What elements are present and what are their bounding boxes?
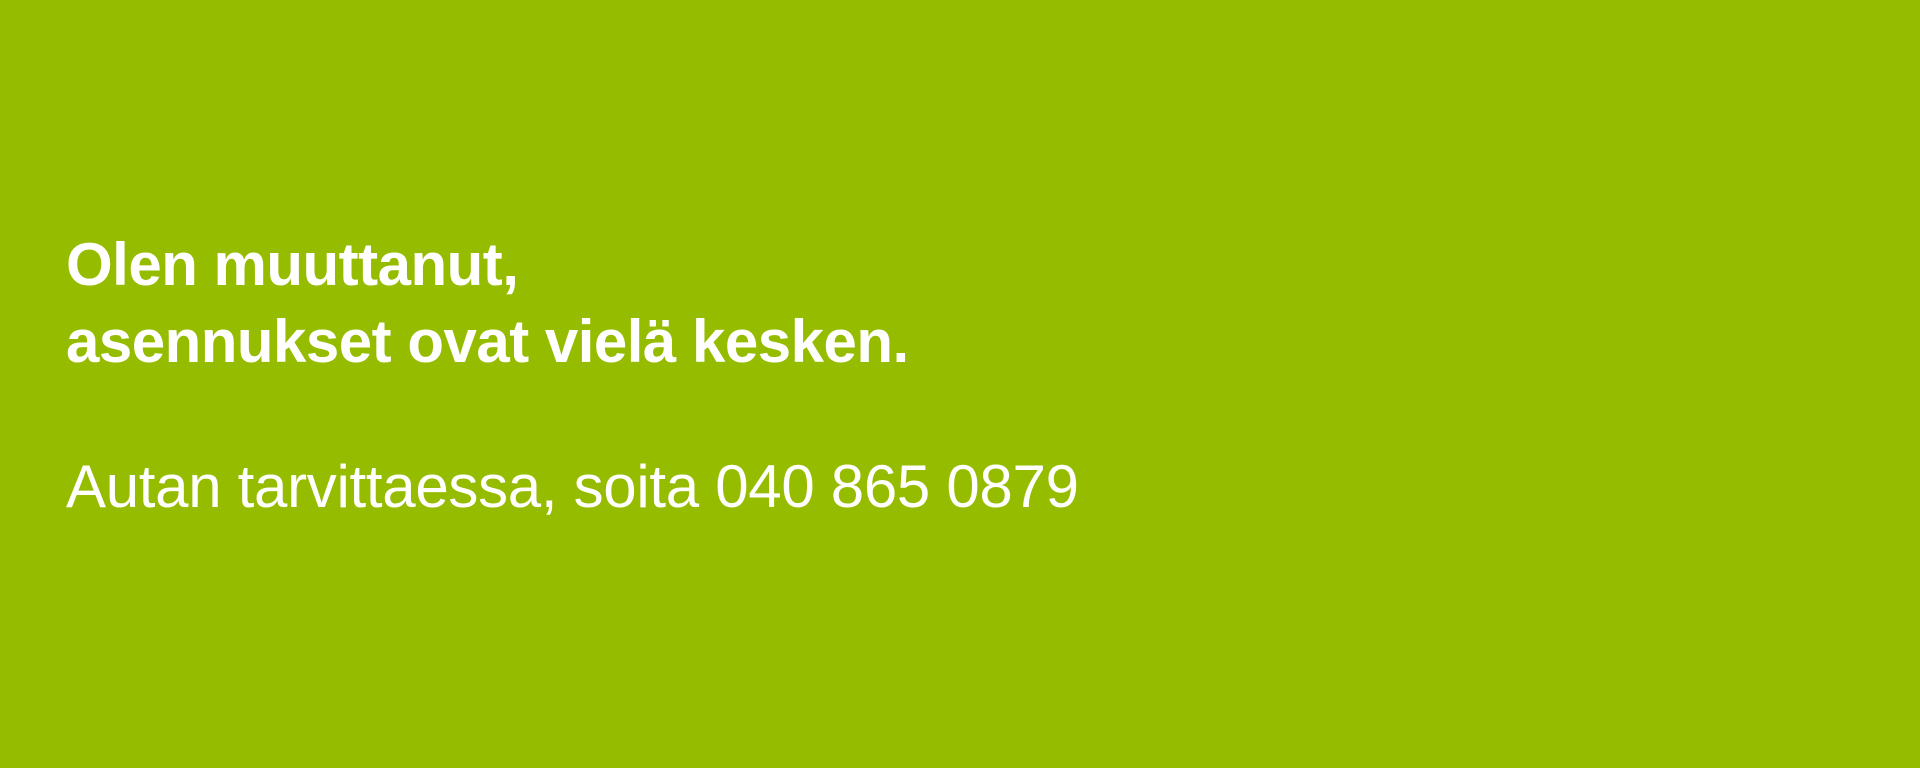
notice-message: Olen muuttanut, asennukset ovat vielä ke… (66, 226, 1766, 525)
contact-text: Autan tarvittaessa, soita 040 865 0879 (66, 453, 1079, 520)
maintenance-page: Olen muuttanut, asennukset ovat vielä ke… (0, 0, 1920, 768)
headline-line-2: asennukset ovat vielä kesken. (66, 308, 909, 375)
notice-headline: Olen muuttanut, asennukset ovat vielä ke… (66, 226, 1766, 380)
headline-line-1: Olen muuttanut, (66, 231, 519, 298)
